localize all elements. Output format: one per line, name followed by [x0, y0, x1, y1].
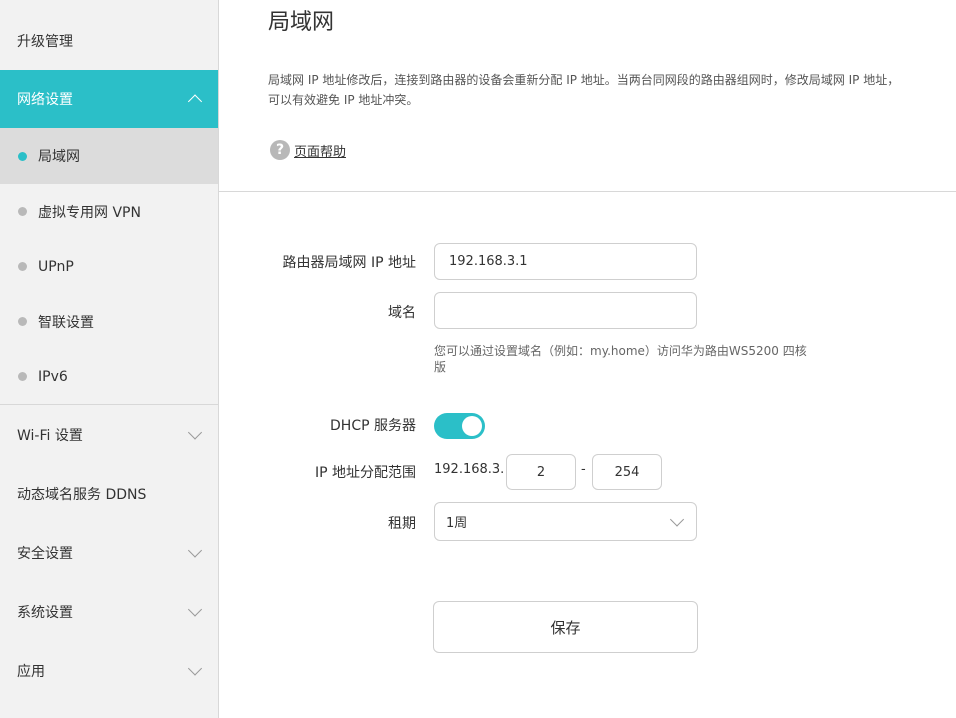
section-divider: [219, 191, 956, 192]
sidebar-item-label: 动态域名服务 DDNS: [17, 486, 147, 503]
help-label: 页面帮助: [294, 144, 347, 160]
sidebar-subitem-upnp[interactable]: UPnP: [0, 239, 218, 294]
sidebar-item-label: 网络设置: [17, 92, 73, 108]
page-title: 局域网: [268, 10, 335, 35]
chevron-down-icon: [187, 601, 203, 617]
status-dot-icon: [18, 151, 27, 161]
status-dot-icon: [18, 317, 27, 326]
ip-range-prefix: 192.168.3.: [434, 462, 505, 477]
lan-ip-label: 路由器局域网 IP 地址: [282, 255, 416, 271]
ip-range-label: IP 地址分配范围: [314, 465, 416, 481]
dhcp-label: DHCP 服务器: [330, 418, 416, 434]
sidebar-item-label: 系统设置: [17, 604, 73, 621]
sidebar-item-network[interactable]: 网络设置: [0, 70, 218, 128]
status-dot-icon: [18, 207, 27, 216]
sidebar-subitem-ipv6[interactable]: IPv6: [0, 349, 218, 404]
sidebar-subitem-label: UPnP: [38, 258, 74, 275]
sidebar-item-label: 应用: [17, 663, 45, 680]
ip-range-end-input[interactable]: [592, 454, 662, 490]
chevron-down-icon: [187, 424, 203, 440]
lease-selected-value: 1周: [446, 516, 468, 531]
sidebar-subitem-label: 局域网: [38, 149, 80, 165]
domain-hint: 您可以通过设置域名（例如：my.home）访问华为路由WS5200 四核版: [434, 344, 807, 374]
chevron-down-icon: [187, 542, 203, 558]
domain-label: 域名: [388, 305, 416, 321]
sidebar-subitem-smart-link[interactable]: 智联设置: [0, 294, 218, 349]
save-button[interactable]: 保存: [433, 601, 698, 653]
chevron-down-icon: [187, 660, 203, 676]
lan-ip-input[interactable]: [434, 243, 697, 280]
domain-input[interactable]: [434, 292, 697, 329]
help-icon: ?: [270, 140, 290, 160]
sidebar-item-apps[interactable]: 应用: [0, 641, 218, 700]
lease-label: 租期: [388, 516, 416, 532]
status-dot-icon: [18, 372, 27, 381]
page-description: 局域网 IP 地址修改后，连接到路由器的设备会重新分配 IP 地址。当两台同网段…: [268, 73, 900, 107]
lease-select[interactable]: 1周: [434, 502, 697, 541]
sidebar-item-upgrade[interactable]: 升级管理: [0, 12, 218, 70]
sidebar-item-ddns[interactable]: 动态域名服务 DDNS: [0, 464, 218, 523]
sidebar-item-system[interactable]: 系统设置: [0, 582, 218, 641]
sidebar: 升级管理 网络设置 局域网 虚拟专用网 VPN UPnP 智联设置 IPv6 W…: [0, 0, 219, 718]
sidebar-item-label: 升级管理: [17, 34, 73, 50]
sidebar-item-label: 安全设置: [17, 545, 73, 562]
sidebar-item-security[interactable]: 安全设置: [0, 523, 218, 582]
ip-range-separator: -: [581, 462, 586, 477]
sidebar-subitem-label: 智联设置: [38, 314, 94, 331]
sidebar-item-label: Wi-Fi 设置: [17, 427, 83, 444]
chevron-down-icon: [669, 511, 685, 527]
chevron-up-icon: [187, 94, 203, 109]
sidebar-subitem-label: IPv6: [38, 368, 68, 385]
status-dot-icon: [18, 262, 27, 271]
dhcp-toggle[interactable]: [434, 413, 485, 439]
toggle-knob: [462, 416, 482, 436]
sidebar-subitem-label: 虚拟专用网 VPN: [38, 204, 141, 221]
page-help-link[interactable]: ? 页面帮助: [270, 140, 346, 160]
sidebar-subitem-vpn[interactable]: 虚拟专用网 VPN: [0, 184, 218, 239]
sidebar-item-wifi[interactable]: Wi-Fi 设置: [0, 405, 218, 464]
ip-range-start-input[interactable]: [506, 454, 576, 490]
sidebar-subitem-lan[interactable]: 局域网: [0, 128, 218, 184]
